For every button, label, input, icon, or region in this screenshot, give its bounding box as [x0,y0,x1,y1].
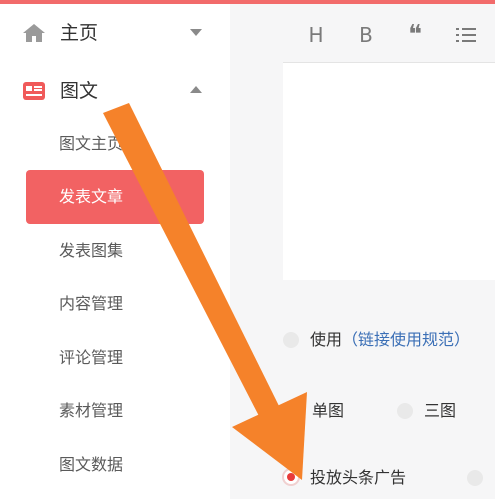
single-image-radio[interactable] [287,403,303,419]
link-open-paren: （ [342,330,359,349]
sidebar-item-label: 图文数据 [59,455,124,474]
ad-radio[interactable] [282,468,300,486]
sidebar-item-graphic-home[interactable]: 图文主页 [26,117,204,171]
chevron-up-icon[interactable] [189,85,203,95]
chevron-down-icon[interactable] [189,27,203,37]
sidebar-item-graphic[interactable]: 图文 [0,71,230,111]
sidebar-item-label: 发表文章 [59,187,124,206]
ad-label: 投放头条广告 [310,468,407,487]
sidebar-item-comment-manage[interactable]: 评论管理 [26,331,204,385]
editor-toolbar: H B ❝ [283,10,495,58]
sidebar-item-graphic-data[interactable]: 图文数据 [26,438,204,492]
link-close-paren: ） [454,330,471,349]
link-usage-rules[interactable]: 链接使用规范 [358,330,454,349]
ad-extra-radio[interactable] [467,470,483,486]
use-option: 使用（链接使用规范） [310,328,470,352]
sidebar-item-label: 评论管理 [59,348,124,367]
sidebar-item-label: 图文主页 [59,134,124,153]
use-radio[interactable] [283,332,299,348]
sidebar-graphic-label: 图文 [60,80,99,102]
sidebar-item-label: 内容管理 [59,294,124,313]
quote-button[interactable]: ❝ [401,20,429,50]
single-image-label: 单图 [312,401,345,420]
sidebar-item-home[interactable]: 主页 [0,13,230,53]
bold-button[interactable]: B [353,20,379,50]
editor-body[interactable] [283,63,495,280]
use-label: 使用 [310,330,343,349]
sidebar-item-publish-gallery[interactable]: 发表图集 [26,224,204,278]
sidebar-item-content-manage[interactable]: 内容管理 [26,277,204,331]
sidebar-item-publish-article[interactable]: 发表文章 [26,170,204,224]
sidebar-home-label: 主页 [60,22,99,44]
heading-button[interactable]: H [303,20,329,50]
list-icon[interactable] [453,20,479,50]
sidebar-item-label: 发表图集 [59,241,124,260]
three-image-label: 三图 [424,401,457,420]
article-icon [23,82,45,100]
three-image-radio[interactable] [397,403,413,419]
home-icon [23,24,45,42]
sidebar: 主页 图文 图文主页 发表文章 发表图集 内容管理 评论管理 素材管理 图文数据 [0,4,230,499]
sidebar-item-material-manage[interactable]: 素材管理 [26,384,204,438]
sidebar-item-label: 素材管理 [59,401,124,420]
